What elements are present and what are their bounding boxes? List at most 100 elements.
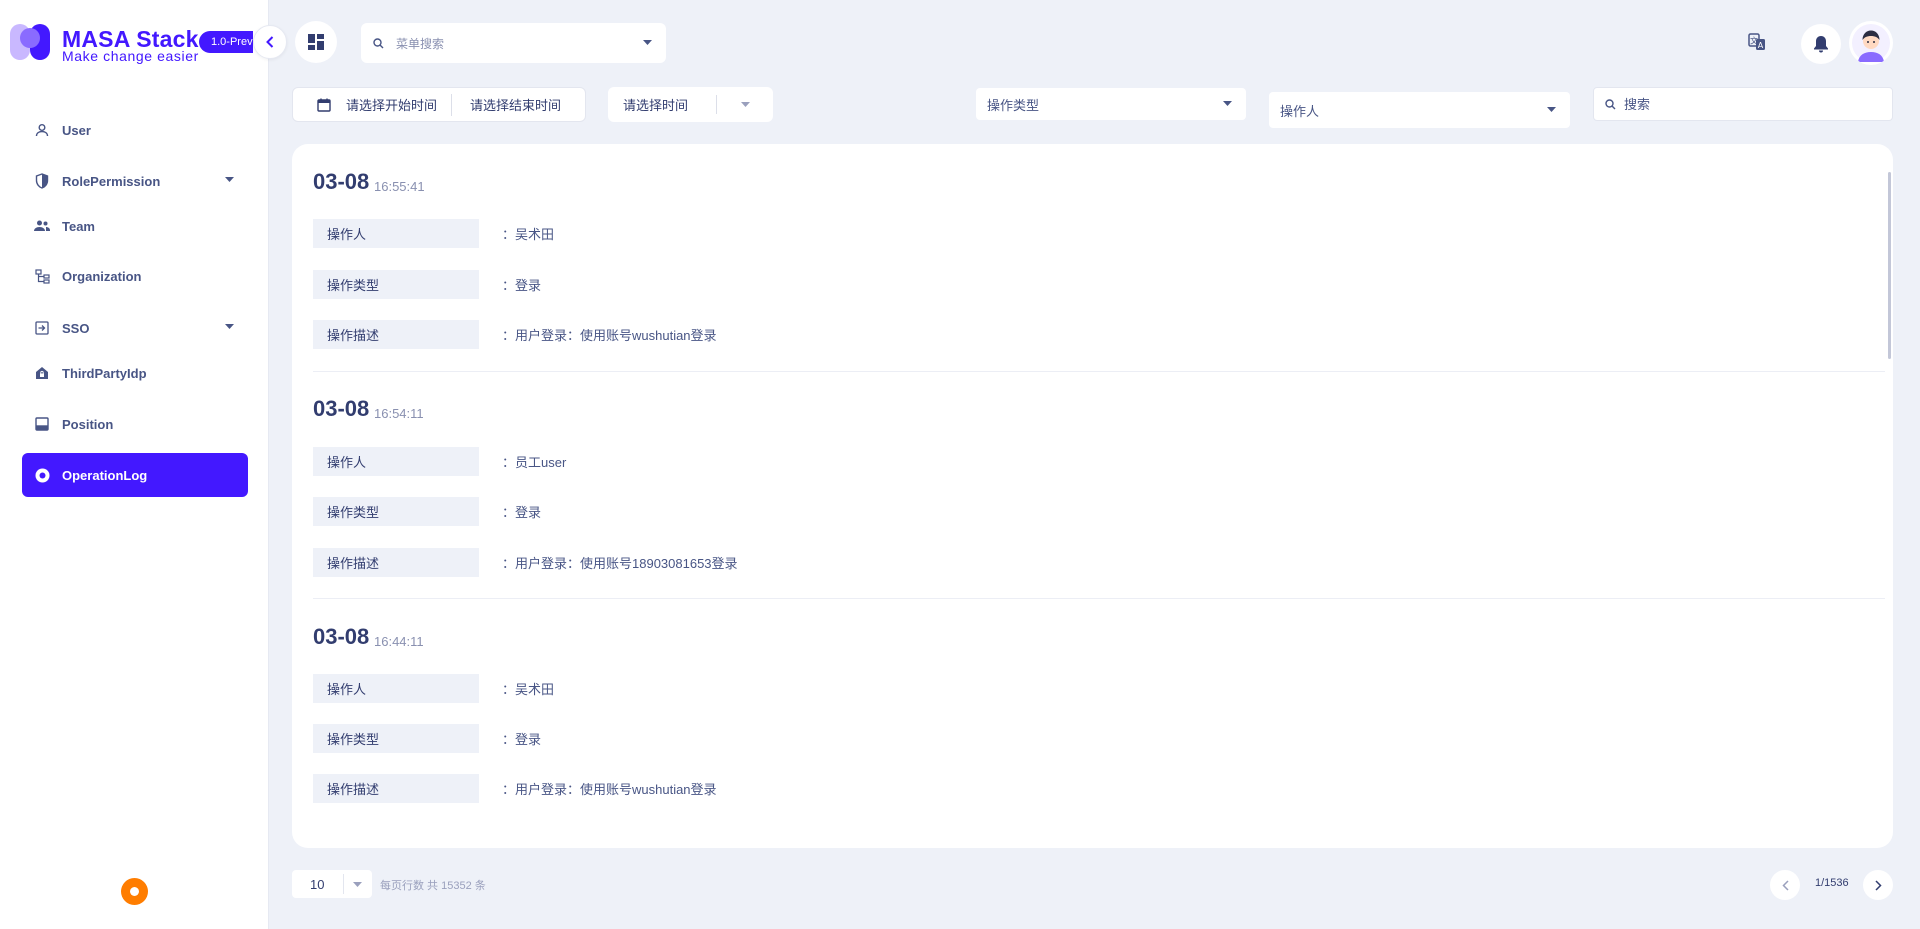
- chevron-down-icon: [225, 324, 234, 329]
- sidebar-item-label: Team: [62, 218, 95, 234]
- menu-search-placeholder: 菜单搜索: [396, 36, 445, 51]
- operation-type-select[interactable]: 操作类型: [976, 88, 1246, 120]
- previous-page-button[interactable]: [1770, 870, 1800, 900]
- sidebar-item-organization[interactable]: Organization: [22, 254, 248, 298]
- log-date: 03-08: [313, 396, 370, 421]
- home-lock-icon: [34, 365, 50, 381]
- sidebar-item-label: SSO: [62, 320, 90, 336]
- operation-type-placeholder: 操作类型: [987, 97, 1040, 113]
- chevron-down-icon: [1223, 101, 1232, 106]
- notifications-button[interactable]: [1801, 24, 1841, 64]
- sidebar-item-user[interactable]: User: [22, 108, 248, 152]
- log-time: 16:55:41: [374, 179, 425, 194]
- sidebar-item-team[interactable]: Team: [22, 204, 248, 248]
- chevron-down-icon: [643, 40, 652, 45]
- operation-log-list: 03-08 16:55:41 操作人 ：吴术田 操作类型 ：登录 操作描述 ：用…: [292, 144, 1893, 848]
- user-icon: [34, 122, 50, 138]
- svg-text:A: A: [1758, 41, 1764, 50]
- page-size-select[interactable]: 10: [292, 870, 372, 898]
- organization-icon: [34, 268, 50, 284]
- pagination-info: 每页行数 共 15352 条: [380, 880, 486, 892]
- field-value: ：登录: [502, 278, 542, 293]
- brand-subtitle: Make change easier: [62, 48, 199, 64]
- sidebar-item-label: User: [62, 122, 91, 138]
- sidebar-item-sso[interactable]: SSO: [22, 306, 248, 350]
- chevron-left-icon: [266, 36, 274, 48]
- field-row-description: 操作描述 ：用户登录：使用账号18903081653登录: [313, 548, 738, 577]
- select-divider: [716, 95, 717, 114]
- field-label: 操作人: [313, 674, 479, 703]
- record-icon: [34, 467, 50, 483]
- collapse-sidebar-button[interactable]: [253, 25, 287, 59]
- field-label: 操作人: [313, 447, 479, 476]
- apps-button[interactable]: [295, 21, 337, 63]
- start-time-field[interactable]: 请选择开始时间: [346, 95, 437, 114]
- field-row-description: 操作描述 ：用户登录：使用账号wushutian登录: [313, 774, 717, 803]
- field-label: 操作类型: [313, 270, 479, 299]
- field-value: ：吴术田: [502, 227, 555, 242]
- sidebar-item-label: ThirdPartyIdp: [62, 365, 147, 381]
- field-value: ：登录: [502, 732, 542, 747]
- help-button[interactable]: [121, 878, 148, 905]
- scrollbar[interactable]: [1888, 172, 1891, 359]
- translate-button[interactable]: 文A: [1747, 32, 1769, 54]
- menu-search-input[interactable]: 菜单搜索: [361, 23, 666, 63]
- sidebar-item-thirdpartyidp[interactable]: ThirdPartyIdp: [22, 351, 248, 395]
- date-range-picker[interactable]: 请选择开始时间 请选择结束时间: [292, 87, 586, 122]
- chevron-right-icon: [1874, 879, 1882, 891]
- login-icon: [34, 320, 50, 336]
- user-avatar[interactable]: [1849, 21, 1893, 65]
- version-badge: 1.0-Prev: [199, 31, 253, 53]
- field-row-operator: 操作人 ：吴术田: [313, 219, 554, 248]
- sidebar-item-rolepermission[interactable]: RolePermission: [22, 159, 248, 203]
- field-label: 操作类型: [313, 724, 479, 753]
- next-page-button[interactable]: [1863, 870, 1893, 900]
- field-value: ：用户登录：使用账号wushutian登录: [502, 782, 717, 797]
- team-icon: [34, 218, 50, 234]
- search-icon: [1605, 98, 1616, 109]
- sidebar: MASA Stack Make change easier 1.0-Prev U…: [0, 0, 269, 929]
- chevron-down-icon: [741, 102, 750, 107]
- log-date: 03-08: [313, 169, 370, 194]
- field-label: 操作描述: [313, 320, 479, 349]
- log-time: 16:44:11: [374, 634, 424, 649]
- field-value: ：登录: [502, 505, 542, 520]
- field-label: 操作人: [313, 219, 479, 248]
- field-value: ：吴术田: [502, 682, 555, 697]
- field-label: 操作类型: [313, 497, 479, 526]
- time-select-placeholder: 请选择时间: [623, 98, 689, 113]
- sidebar-item-label: RolePermission: [62, 173, 161, 189]
- dashboard-icon: [308, 34, 324, 50]
- sidebar-item-label: Organization: [62, 268, 142, 284]
- field-row-operation-type: 操作类型 ：登录: [313, 724, 541, 753]
- calendar-icon: [317, 98, 331, 112]
- search-icon: [373, 37, 384, 48]
- date-range-divider: [451, 93, 453, 116]
- log-entry: 03-08 16:44:11 操作人 ：吴术田 操作类型 ：登录 操作描述 ：用…: [313, 599, 1885, 827]
- operator-select[interactable]: 操作人: [1269, 92, 1570, 128]
- field-label: 操作描述: [313, 774, 479, 803]
- field-value: ：用户登录：使用账号wushutian登录: [502, 328, 717, 343]
- sidebar-item-label: OperationLog: [62, 467, 148, 483]
- end-time-field[interactable]: 请选择结束时间: [470, 95, 561, 114]
- search-input[interactable]: [1624, 96, 1864, 112]
- sidebar-item-operationlog[interactable]: OperationLog: [22, 453, 248, 497]
- field-value: ：用户登录：使用账号18903081653登录: [502, 556, 738, 571]
- log-time: 16:54:11: [374, 406, 424, 421]
- field-label: 操作描述: [313, 548, 479, 577]
- chevron-down-icon: [353, 882, 362, 887]
- sidebar-item-position[interactable]: Position: [22, 402, 248, 446]
- operator-placeholder: 操作人: [1280, 103, 1320, 119]
- field-row-operation-type: 操作类型 ：登录: [313, 270, 541, 299]
- field-value: ：员工user: [502, 455, 567, 470]
- time-select[interactable]: 请选择时间: [608, 87, 773, 122]
- search-box[interactable]: [1593, 87, 1893, 121]
- chevron-down-icon: [225, 177, 234, 182]
- log-entry: 03-08 16:54:11 操作人 ：员工user 操作类型 ：登录 操作描述…: [313, 371, 1885, 599]
- field-row-operator: 操作人 ：员工user: [313, 447, 566, 476]
- translate-icon: 文A: [1748, 33, 1765, 50]
- field-row-operator: 操作人 ：吴术田: [313, 674, 554, 703]
- chevron-left-icon: [1781, 879, 1789, 891]
- masa-logo-icon: [10, 24, 50, 60]
- field-row-description: 操作描述 ：用户登录：使用账号wushutian登录: [313, 320, 717, 349]
